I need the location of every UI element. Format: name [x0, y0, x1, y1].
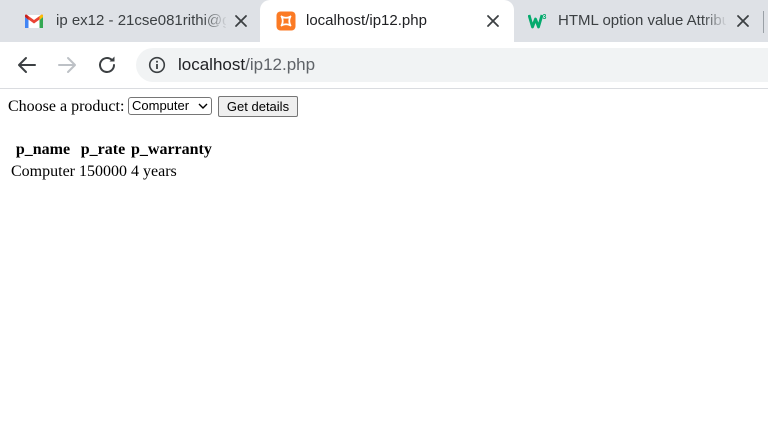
gmail-icon — [25, 14, 43, 28]
cell-p-name: Computer — [11, 163, 75, 180]
product-select-value: Computer — [132, 98, 190, 113]
tab-localhost[interactable]: localhost/ip12.php — [260, 0, 514, 42]
header-p-warranty: p_warranty — [131, 141, 212, 158]
tab-strip: ip ex12 - 21cse081rithi@g localhost/ip12… — [0, 0, 768, 42]
back-arrow-icon[interactable] — [14, 52, 40, 78]
table-header-row: p_name p_rate p_warranty — [10, 140, 213, 160]
tab-gmail[interactable]: ip ex12 - 21cse081rithi@g — [8, 0, 258, 42]
svg-text:3: 3 — [543, 14, 547, 21]
reload-icon[interactable] — [94, 52, 120, 78]
page-content: Choose a product: Computer Get details p… — [0, 89, 768, 441]
get-details-button[interactable]: Get details — [218, 96, 298, 117]
forward-arrow-icon[interactable] — [54, 52, 80, 78]
close-tab-icon[interactable] — [232, 12, 250, 30]
chevron-down-icon — [198, 103, 208, 109]
tab-title: localhost/ip12.php — [306, 12, 427, 29]
tab-title: ip ex12 - 21cse081rithi@g — [56, 12, 226, 29]
product-table: p_name p_rate p_warranty Computer 150000… — [8, 138, 215, 184]
w3schools-icon: 3 — [528, 14, 547, 29]
browser-toolbar: localhost/ip12.php — [0, 42, 768, 88]
tab-w3schools[interactable]: 3 HTML option value Attribu — [514, 0, 768, 42]
header-p-name: p_name — [15, 141, 71, 158]
cell-p-rate: 150000 — [79, 163, 127, 180]
tab-title: HTML option value Attribu — [558, 12, 726, 29]
url-host: localhost — [178, 55, 246, 74]
product-select[interactable]: Computer — [128, 97, 212, 115]
cell-p-warranty: 4 years — [131, 163, 177, 180]
info-icon[interactable] — [148, 56, 166, 74]
table-row: Computer 150000 4 years — [10, 162, 213, 182]
header-p-rate: p_rate — [80, 141, 126, 158]
product-label: Choose a product: — [8, 98, 125, 115]
xampp-icon — [276, 11, 296, 31]
tab-separator — [763, 11, 764, 33]
url-path: /ip12.php — [245, 55, 316, 74]
url-text: localhost/ip12.php — [178, 55, 315, 75]
address-bar[interactable]: localhost/ip12.php — [136, 48, 768, 82]
close-tab-icon[interactable] — [734, 12, 752, 30]
close-tab-icon[interactable] — [484, 12, 502, 30]
